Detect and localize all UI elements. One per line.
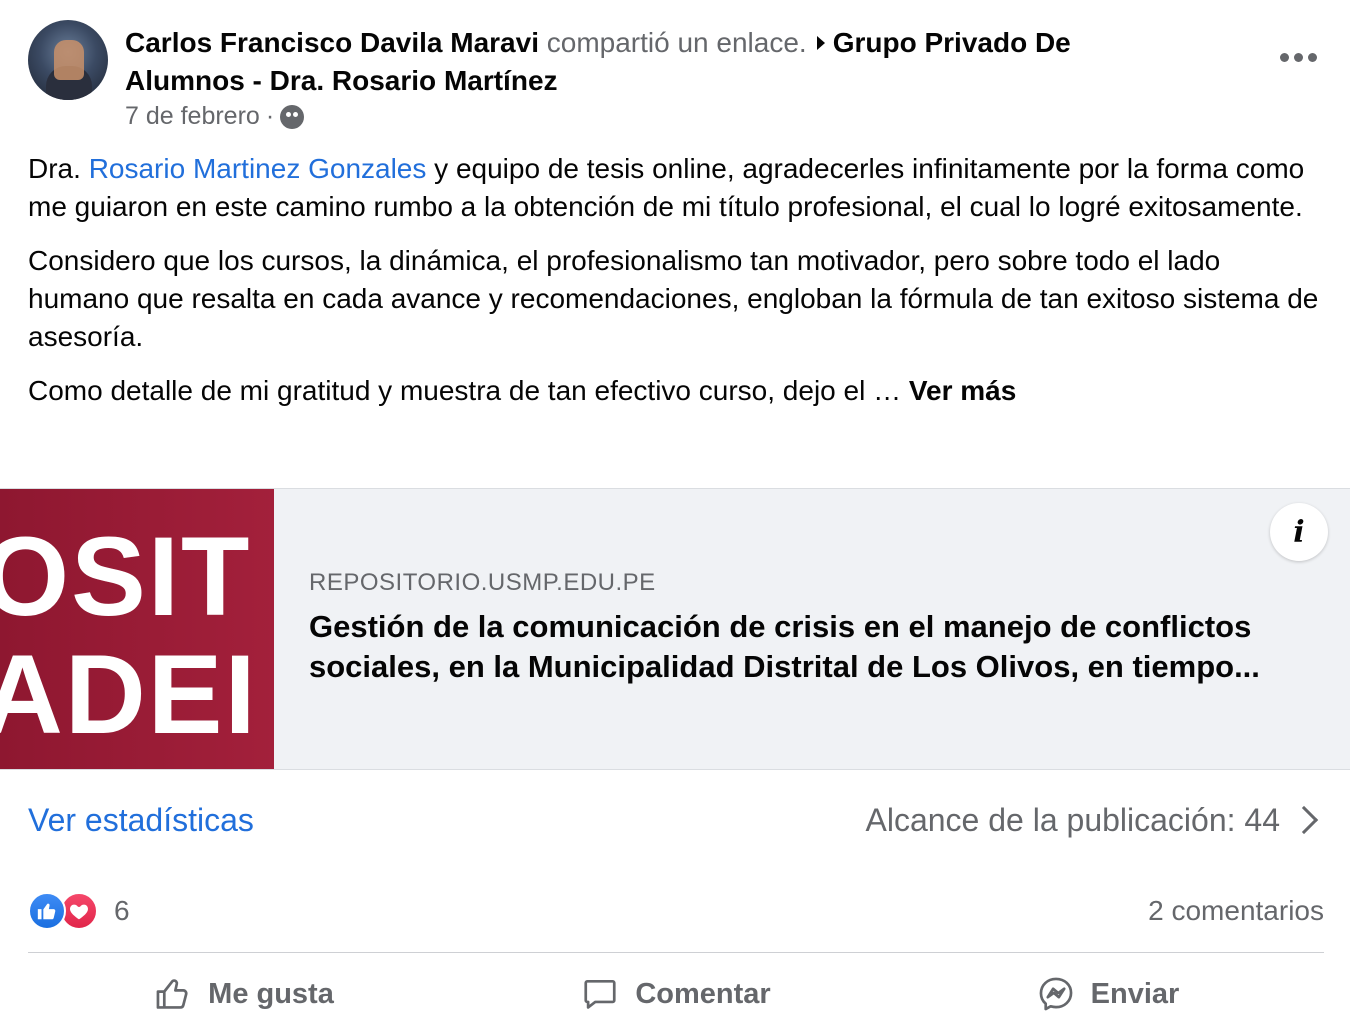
meta-separator: · [265, 102, 275, 130]
view-stats-link[interactable]: Ver estadísticas [28, 802, 254, 839]
link-title[interactable]: Gestión de la comunicación de crisis en … [309, 607, 1329, 687]
post-paragraph-1: Dra. Rosario Martinez Gonzales y equipo … [28, 150, 1328, 226]
like-reaction-icon [28, 892, 66, 930]
post-header: Carlos Francisco Davila Maravi compartió… [28, 20, 1338, 140]
like-label: Me gusta [208, 977, 334, 1010]
more-options-button[interactable] [1274, 42, 1322, 72]
mention-link[interactable]: Rosario Martinez Gonzales [89, 153, 427, 184]
messenger-icon [1039, 977, 1073, 1011]
author-avatar[interactable] [28, 20, 108, 100]
send-button[interactable]: Enviar [892, 962, 1324, 1026]
paragraph-prefix: Dra. [28, 153, 81, 184]
post-body: Dra. Rosario Martinez Gonzales y equipo … [28, 150, 1328, 426]
shared-link-text: compartió un enlace. [546, 27, 807, 58]
comment-button[interactable]: Comentar [460, 962, 892, 1026]
thumbnail-text-1: OSIT [0, 514, 252, 639]
post-paragraph-2: Considero que los cursos, la dinámica, e… [28, 245, 1319, 352]
link-info: REPOSITORIO.USMP.EDU.PE Gestión de la co… [309, 569, 1329, 687]
avatar-figure-head [54, 40, 84, 80]
info-button[interactable]: i [1270, 503, 1328, 561]
paragraph-text: Como detalle de mi gratitud y muestra de… [28, 375, 902, 406]
stats-row: Ver estadísticas Alcance de la publicaci… [28, 795, 1324, 845]
link-thumbnail[interactable]: OSIT ADEI [0, 489, 274, 769]
post-paragraph-3: Como detalle de mi gratitud y muestra de… [28, 372, 1328, 410]
info-icon: i [1293, 514, 1305, 550]
post-reach-label: Alcance de la publicación: 44 [865, 801, 1281, 838]
chevron-right-icon [1289, 805, 1319, 835]
action-divider [28, 952, 1324, 953]
reactions-summary[interactable]: 6 [28, 892, 130, 930]
reactions-row: 6 2 comentarios [28, 888, 1324, 934]
comment-icon [584, 979, 616, 1009]
group-audience-icon[interactable] [280, 104, 305, 129]
post-reach-button[interactable]: Alcance de la publicación: 44 [866, 802, 1325, 839]
send-label: Enviar [1090, 977, 1180, 1010]
like-button[interactable]: Me gusta [28, 962, 460, 1026]
see-more-link[interactable]: Ver más [909, 375, 1016, 406]
link-domain: REPOSITORIO.USMP.EDU.PE [309, 569, 656, 596]
reaction-count: 6 [114, 895, 130, 926]
thumbnail-text-2: ADEI [0, 632, 258, 757]
action-bar: Me gusta Comentar Enviar [28, 962, 1324, 1026]
post-date[interactable]: 7 de febrero [125, 102, 260, 131]
thumbs-up-icon [156, 979, 188, 1009]
more-options-icon [1293, 52, 1303, 62]
link-preview-card[interactable]: OSIT ADEI REPOSITORIO.USMP.EDU.PE Gestió… [0, 488, 1350, 770]
more-options-icon [1307, 52, 1317, 62]
comment-label: Comentar [635, 977, 771, 1010]
comments-count[interactable]: 2 comentarios [1148, 895, 1324, 927]
more-options-icon [1279, 52, 1289, 62]
post-headline: Carlos Francisco Davila Maravi compartió… [125, 24, 1165, 100]
post-meta: 7 de febrero · [125, 102, 305, 131]
triangle-right-icon [816, 36, 825, 50]
author-name[interactable]: Carlos Francisco Davila Maravi [125, 27, 539, 58]
